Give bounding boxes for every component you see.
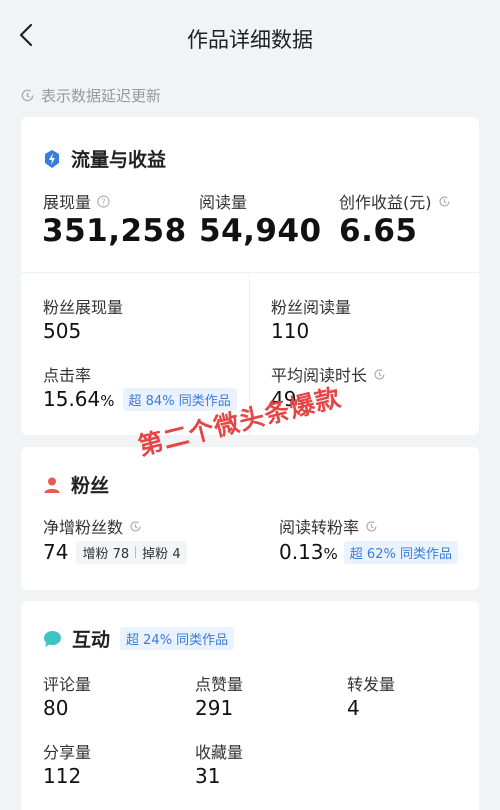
comments-value: 80 bbox=[43, 696, 69, 720]
impressions-label-text: 展现量 bbox=[43, 193, 92, 212]
net-fans-value-row: 74 增粉 78 掉粉 4 bbox=[43, 540, 187, 564]
clock-refresh-icon bbox=[130, 520, 141, 531]
loss-fans-value: 4 bbox=[172, 546, 181, 562]
loss-fans: 掉粉 4 bbox=[142, 543, 180, 562]
net-fans-value: 74 bbox=[43, 540, 69, 564]
ctr-number-group: 15.64% bbox=[43, 387, 115, 411]
fan-reads-value: 110 bbox=[271, 319, 310, 343]
person-icon bbox=[44, 477, 60, 493]
earnings-label: 创作收益(元) bbox=[339, 189, 451, 213]
fans-breakdown: 增粉 78 掉粉 4 bbox=[76, 540, 187, 564]
conversion-value: 0.13% 超 62% 同类作品 bbox=[279, 540, 458, 564]
interaction-card-header: 互动 超 24% 同类作品 bbox=[43, 625, 235, 652]
fans-card-title: 粉丝 bbox=[71, 475, 110, 497]
favorites-label: 收藏量 bbox=[195, 743, 244, 762]
fan-reads-label: 粉丝阅读量 bbox=[271, 298, 352, 317]
top-bar: 作品详细数据 bbox=[0, 0, 500, 76]
shares-label: 分享量 bbox=[43, 743, 92, 762]
clock-refresh-icon bbox=[438, 195, 450, 206]
loss-fans-label: 掉粉 bbox=[142, 546, 169, 562]
impressions-value: 351,258 bbox=[42, 213, 187, 249]
reposts-value: 4 bbox=[347, 696, 360, 720]
conversion-label: 阅读转粉率 bbox=[279, 514, 378, 538]
traffic-card-header: 流量与收益 bbox=[43, 145, 166, 172]
delay-notice: 表示数据延迟更新 bbox=[20, 85, 161, 106]
net-fans-label: 净增粉丝数 bbox=[43, 514, 142, 538]
page-title: 作品详细数据 bbox=[187, 28, 313, 52]
fan-impressions-label: 粉丝展现量 bbox=[43, 298, 124, 317]
gain-fans: 增粉 78 bbox=[82, 543, 129, 562]
earnings-value: 6.65 bbox=[339, 213, 418, 249]
delay-notice-text: 表示数据延迟更新 bbox=[41, 87, 162, 105]
clock-refresh-icon bbox=[366, 520, 377, 531]
likes-value: 291 bbox=[195, 696, 234, 720]
shares-value: 112 bbox=[43, 764, 82, 788]
help-icon[interactable]: ? bbox=[97, 194, 110, 208]
conversion-rank-badge: 超 62% 同类作品 bbox=[343, 540, 458, 564]
divider bbox=[21, 272, 479, 273]
ctr-unit: % bbox=[100, 392, 115, 410]
interaction-card-title: 互动 bbox=[72, 629, 111, 651]
conversion-label-text: 阅读转粉率 bbox=[279, 518, 360, 537]
svg-text:?: ? bbox=[101, 196, 105, 206]
clock-refresh-icon bbox=[21, 89, 34, 102]
conversion-number-group: 0.13% bbox=[279, 540, 338, 564]
earnings-label-text: 创作收益(元) bbox=[339, 193, 432, 212]
reads-label: 阅读量 bbox=[199, 193, 248, 212]
clock-refresh-icon bbox=[374, 368, 385, 379]
ctr-value: 15.64% 超 84% 同类作品 bbox=[43, 387, 237, 411]
ctr-label: 点击率 bbox=[43, 366, 92, 385]
conversion-unit: % bbox=[323, 545, 338, 563]
chat-bubble-icon bbox=[44, 630, 61, 647]
divider bbox=[135, 546, 137, 558]
fans-card-header: 粉丝 bbox=[43, 471, 109, 498]
reposts-label: 转发量 bbox=[347, 675, 396, 694]
gain-fans-value: 78 bbox=[112, 546, 130, 562]
ctr-number: 15.64 bbox=[43, 387, 101, 411]
lightning-icon bbox=[45, 149, 59, 168]
net-fans-label-text: 净增粉丝数 bbox=[43, 518, 124, 537]
reads-value: 54,940 bbox=[199, 213, 322, 249]
likes-label: 点赞量 bbox=[195, 675, 244, 694]
interaction-card: 互动 超 24% 同类作品 评论量 80 点赞量 291 转发量 4 分享量 1… bbox=[21, 601, 479, 810]
traffic-card-title: 流量与收益 bbox=[71, 149, 167, 171]
traffic-card: 流量与收益 展现量 ? 351,258 阅读量 54,940 创作收益(元) 6… bbox=[21, 117, 479, 435]
comments-label: 评论量 bbox=[43, 675, 92, 694]
interaction-rank-badge: 超 24% 同类作品 bbox=[120, 627, 235, 650]
gain-fans-label: 增粉 bbox=[82, 546, 109, 562]
fans-card: 粉丝 净增粉丝数 74 增粉 78 掉粉 4 阅读转粉率 0.13% 超 62%… bbox=[21, 447, 479, 590]
impressions-label: 展现量 ? bbox=[43, 189, 110, 213]
conversion-number: 0.13 bbox=[279, 540, 324, 564]
fan-impressions-value: 505 bbox=[43, 319, 82, 343]
favorites-value: 31 bbox=[195, 764, 221, 788]
